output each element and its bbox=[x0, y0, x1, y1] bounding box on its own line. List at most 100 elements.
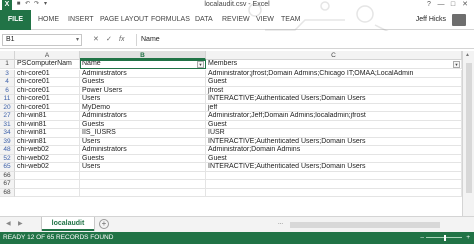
cell-name[interactable]: Guests bbox=[80, 120, 206, 129]
cell-name[interactable]: Administrators bbox=[80, 112, 206, 121]
header-cell-name[interactable]: Name ▼ bbox=[80, 60, 206, 69]
chevron-down-icon[interactable]: ▾ bbox=[76, 35, 79, 45]
cell-pscomputername[interactable] bbox=[15, 188, 80, 197]
cell-members[interactable]: INTERACTIVE;Authenticated Users;Domain U… bbox=[206, 137, 462, 146]
cell-pscomputername[interactable]: chi-web02 bbox=[15, 154, 80, 163]
help-button[interactable]: ? bbox=[424, 0, 434, 10]
sheet-tab-localaudit[interactable]: localaudit bbox=[42, 217, 94, 231]
row-number[interactable]: 52 bbox=[0, 154, 15, 163]
tab-home[interactable]: HOME bbox=[38, 10, 59, 30]
column-header-b[interactable]: B bbox=[80, 51, 206, 60]
cell-pscomputername[interactable]: chi-web02 bbox=[15, 146, 80, 155]
cell-members[interactable]: Administrator;Jeff;Domain Admins;localad… bbox=[206, 112, 462, 121]
close-button[interactable]: ✕ bbox=[460, 0, 470, 10]
cell-name[interactable]: Users bbox=[80, 137, 206, 146]
row-number[interactable]: 48 bbox=[0, 146, 15, 155]
cell-pscomputername[interactable] bbox=[15, 180, 80, 189]
cell-name[interactable]: Users bbox=[80, 95, 206, 104]
row-number[interactable]: 11 bbox=[0, 95, 15, 104]
prev-sheet-icon[interactable]: ◀ bbox=[6, 220, 11, 227]
row-number[interactable]: 67 bbox=[0, 180, 15, 189]
cell-name[interactable]: MyDemo bbox=[80, 103, 206, 112]
cell-members[interactable]: Guest bbox=[206, 78, 462, 87]
cell-members[interactable] bbox=[206, 171, 462, 180]
row-number[interactable]: 4 bbox=[0, 78, 15, 87]
horizontal-scroll-thumb[interactable] bbox=[290, 222, 440, 228]
cell-members[interactable]: Guest bbox=[206, 120, 462, 129]
filter-dropdown-icon[interactable]: ▼ bbox=[197, 61, 204, 68]
row-number[interactable]: 66 bbox=[0, 171, 15, 180]
row-number[interactable]: 68 bbox=[0, 188, 15, 197]
cell-pscomputername[interactable]: chi-win81 bbox=[15, 129, 80, 138]
filter-active-icon[interactable]: ▼ bbox=[453, 61, 460, 68]
cell-name[interactable] bbox=[80, 171, 206, 180]
more-icon[interactable]: ... bbox=[278, 220, 283, 226]
next-sheet-icon[interactable]: ▶ bbox=[18, 220, 23, 227]
cell-name[interactable]: Users bbox=[80, 163, 206, 172]
tab-data[interactable]: DATA bbox=[195, 10, 213, 30]
cell-pscomputername[interactable]: chi-win81 bbox=[15, 112, 80, 121]
cell-name[interactable] bbox=[80, 188, 206, 197]
row-number[interactable]: 34 bbox=[0, 129, 15, 138]
header-cell-members[interactable]: Members ▼ bbox=[206, 60, 462, 69]
cell-members[interactable]: INTERACTIVE;Authenticated Users;Domain U… bbox=[206, 95, 462, 104]
tab-view[interactable]: VIEW bbox=[256, 10, 274, 30]
cell-members[interactable]: jeff bbox=[206, 103, 462, 112]
header-cell-pscomputername[interactable]: PSComputerNam bbox=[15, 60, 80, 69]
cell-members[interactable]: INTERACTIVE;Authenticated Users;Domain U… bbox=[206, 163, 462, 172]
cell-members[interactable]: jfrost bbox=[206, 86, 462, 95]
cell-pscomputername[interactable]: chi-core01 bbox=[15, 95, 80, 104]
cell-pscomputername[interactable]: chi-core01 bbox=[15, 69, 80, 78]
cell-members[interactable]: Administrator;jfrost;Domain Admins;Chica… bbox=[206, 69, 462, 78]
tab-review[interactable]: REVIEW bbox=[222, 10, 250, 30]
row-number[interactable]: 3 bbox=[0, 69, 15, 78]
cancel-icon[interactable]: ✕ bbox=[93, 34, 99, 46]
cell-name[interactable] bbox=[80, 180, 206, 189]
maximize-button[interactable]: □ bbox=[448, 0, 458, 10]
cell-pscomputername[interactable]: chi-core01 bbox=[15, 86, 80, 95]
scroll-up-icon[interactable]: ▲ bbox=[465, 52, 470, 58]
cell-members[interactable]: Guest bbox=[206, 154, 462, 163]
tab-insert[interactable]: INSERT bbox=[68, 10, 94, 30]
zoom-in-button[interactable]: + bbox=[466, 232, 470, 244]
tab-formulas[interactable]: FORMULAS bbox=[151, 10, 190, 30]
scroll-thumb[interactable] bbox=[466, 63, 472, 193]
user-name[interactable]: Jeff Hicks bbox=[416, 10, 446, 30]
zoom-knob[interactable] bbox=[444, 235, 446, 241]
avatar[interactable] bbox=[452, 14, 466, 26]
row-number[interactable]: 6 bbox=[0, 86, 15, 95]
cell-name[interactable]: Guests bbox=[80, 78, 206, 87]
select-all-corner[interactable] bbox=[0, 51, 15, 60]
cell-pscomputername[interactable]: chi-core01 bbox=[15, 78, 80, 87]
column-header-a[interactable]: A bbox=[15, 51, 80, 60]
formula-input[interactable]: Name bbox=[136, 34, 470, 46]
cell-pscomputername[interactable]: chi-win81 bbox=[15, 120, 80, 129]
cell-pscomputername[interactable]: chi-web02 bbox=[15, 163, 80, 172]
row-number[interactable]: 39 bbox=[0, 137, 15, 146]
name-box[interactable]: B1 ▾ bbox=[2, 34, 82, 46]
cell-members[interactable]: Administrator;Domain Admins bbox=[206, 146, 462, 155]
cell-members[interactable]: IUSR bbox=[206, 129, 462, 138]
row-number[interactable]: 1 bbox=[0, 60, 15, 69]
row-number[interactable]: 65 bbox=[0, 163, 15, 172]
tab-file[interactable]: FILE bbox=[0, 10, 31, 30]
minimize-button[interactable]: — bbox=[436, 0, 446, 10]
cell-name[interactable]: Administrators bbox=[80, 69, 206, 78]
cell-members[interactable] bbox=[206, 188, 462, 197]
add-sheet-button[interactable]: + bbox=[99, 219, 109, 229]
tab-team[interactable]: TEAM bbox=[281, 10, 300, 30]
cell-name[interactable]: Power Users bbox=[80, 86, 206, 95]
cell-pscomputername[interactable]: chi-win81 bbox=[15, 137, 80, 146]
cell-name[interactable]: IIS_IUSRS bbox=[80, 129, 206, 138]
cell-pscomputername[interactable] bbox=[15, 171, 80, 180]
row-number[interactable]: 27 bbox=[0, 112, 15, 121]
tab-page-layout[interactable]: PAGE LAYOUT bbox=[100, 10, 148, 30]
column-header-c[interactable]: C bbox=[206, 51, 462, 60]
cell-members[interactable] bbox=[206, 180, 462, 189]
row-number[interactable]: 31 bbox=[0, 120, 15, 129]
cell-name[interactable]: Administrators bbox=[80, 146, 206, 155]
row-number[interactable]: 20 bbox=[0, 103, 15, 112]
cell-pscomputername[interactable]: chi-core01 bbox=[15, 103, 80, 112]
insert-function-icon[interactable]: fx bbox=[119, 34, 124, 46]
vertical-scrollbar[interactable]: ▲ bbox=[462, 51, 474, 216]
